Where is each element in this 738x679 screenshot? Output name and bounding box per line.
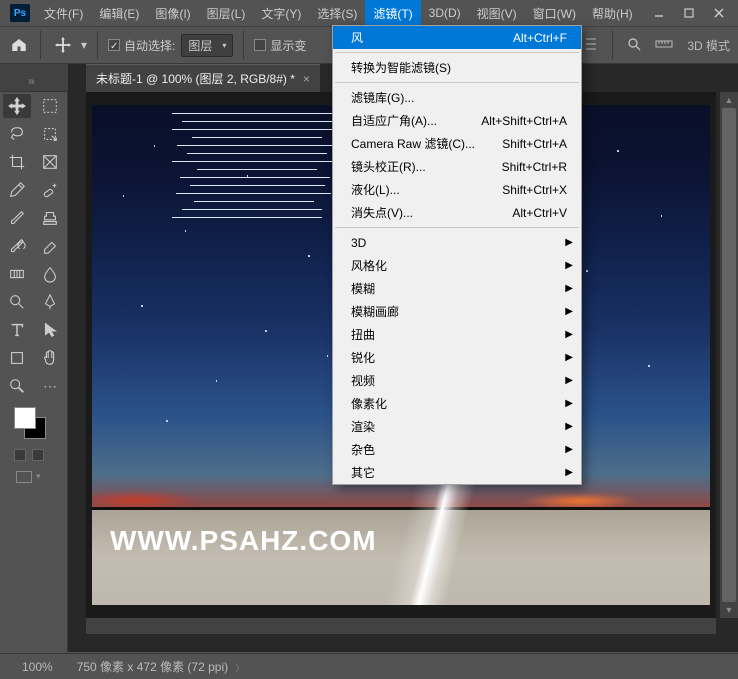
lasso-tool[interactable] [3, 122, 31, 146]
dodge-tool[interactable] [3, 290, 31, 314]
status-bar: 100% 750 像素 x 472 像素 (72 ppi) 〉 [0, 653, 738, 679]
menu-item-pixelate-submenu[interactable]: 像素化▶ [333, 392, 581, 415]
healing-brush-tool[interactable] [36, 178, 64, 202]
menu-file[interactable]: 文件(F) [36, 0, 91, 27]
menu-item-camera-raw-filter[interactable]: Camera Raw 滤镜(C)...Shift+Ctrl+A [333, 132, 581, 155]
shape-tool[interactable] [3, 346, 31, 370]
menu-item-3d-submenu[interactable]: 3D▶ [333, 231, 581, 254]
scroll-up-arrow-icon[interactable]: ▲ [720, 92, 738, 108]
menu-item-blur-submenu[interactable]: 模糊▶ [333, 277, 581, 300]
window-minimize-button[interactable] [644, 2, 674, 24]
show-transform-label: 显示变 [270, 37, 306, 54]
menu-item-convert-smart-filter[interactable]: 转换为智能滤镜(S) [333, 56, 581, 79]
type-tool[interactable] [3, 318, 31, 342]
distribute-icon[interactable] [584, 37, 598, 54]
home-icon[interactable] [8, 34, 30, 56]
ruler-icon[interactable] [655, 38, 673, 53]
window-maximize-button[interactable] [674, 2, 704, 24]
auto-select-target-select[interactable]: 图层▾ [181, 34, 233, 57]
menu-item-render-submenu[interactable]: 渲染▶ [333, 415, 581, 438]
screen-mode-toggle[interactable] [16, 471, 32, 483]
brush-tool[interactable] [3, 206, 31, 230]
auto-select-label: 自动选择: [124, 37, 175, 54]
show-transform-checkbox[interactable] [254, 39, 266, 51]
blur-tool[interactable] [36, 262, 64, 286]
menubar: 文件(F) 编辑(E) 图像(I) 图层(L) 文字(Y) 选择(S) 滤镜(T… [36, 0, 644, 27]
color-swatches[interactable] [14, 407, 50, 443]
search-icon[interactable] [627, 37, 641, 54]
menu-3d[interactable]: 3D(D) [421, 1, 469, 25]
menu-edit[interactable]: 编辑(E) [91, 0, 147, 27]
menu-image[interactable]: 图像(I) [147, 0, 198, 27]
ps-app-icon: Ps [10, 4, 30, 22]
window-controls [644, 2, 734, 24]
menu-item-vanishing-point[interactable]: 消失点(V)...Alt+Ctrl+V [333, 201, 581, 224]
tab-close-icon[interactable]: × [303, 72, 310, 86]
menu-window[interactable]: 窗口(W) [525, 0, 584, 27]
crop-tool[interactable] [3, 150, 31, 174]
menu-item-video-submenu[interactable]: 视频▶ [333, 369, 581, 392]
titlebar: Ps 文件(F) 编辑(E) 图像(I) 图层(L) 文字(Y) 选择(S) 滤… [0, 0, 738, 26]
scroll-down-arrow-icon[interactable]: ▼ [720, 602, 738, 618]
status-info-chevron-icon[interactable]: 〉 [235, 663, 244, 673]
clone-stamp-tool[interactable] [36, 206, 64, 230]
threeD-mode-label[interactable]: 3D 模式 [687, 37, 730, 54]
path-selection-tool[interactable] [36, 318, 64, 342]
hand-tool[interactable] [36, 346, 64, 370]
horizontal-scrollbar[interactable] [86, 618, 716, 634]
tools-panel: » ⋯ [0, 64, 68, 652]
vertical-scrollbar[interactable]: ▲ ▼ [720, 92, 738, 618]
document-tab[interactable]: 未标题-1 @ 100% (图层 2, RGB/8#) * × [86, 64, 320, 92]
quick-mask-icon[interactable] [14, 449, 26, 461]
status-dimensions: 750 像素 x 472 像素 (72 ppi) [77, 660, 228, 674]
menu-layer[interactable]: 图层(L) [199, 0, 254, 27]
menu-item-last-filter[interactable]: 风 Alt+Ctrl+F [333, 26, 581, 49]
auto-select-checkbox[interactable] [108, 39, 120, 51]
menu-item-stylize-submenu[interactable]: 风格化▶ [333, 254, 581, 277]
eyedropper-tool[interactable] [3, 178, 31, 202]
menu-item-adaptive-wide-angle[interactable]: 自适应广角(A)...Alt+Shift+Ctrl+A [333, 109, 581, 132]
window-close-button[interactable] [704, 2, 734, 24]
menu-view[interactable]: 视图(V) [469, 0, 525, 27]
filter-menu-dropdown: 风 Alt+Ctrl+F 转换为智能滤镜(S) 滤镜库(G)... 自适应广角(… [332, 25, 582, 485]
marquee-tool[interactable] [36, 94, 64, 118]
vertical-scroll-thumb[interactable] [722, 108, 736, 602]
status-zoom[interactable]: 100% [22, 660, 53, 674]
menu-filter[interactable]: 滤镜(T) [365, 0, 420, 27]
history-brush-tool[interactable] [3, 234, 31, 258]
canvas-watermark: WWW.PSAHZ.COM [110, 525, 377, 557]
zoom-tool[interactable] [3, 374, 31, 398]
edit-toolbar[interactable]: ⋯ [36, 374, 64, 398]
document-tab-title: 未标题-1 @ 100% (图层 2, RGB/8#) * [96, 70, 295, 87]
menu-help[interactable]: 帮助(H) [584, 0, 641, 27]
menu-item-lens-correction[interactable]: 镜头校正(R)...Shift+Ctrl+R [333, 155, 581, 178]
menu-select[interactable]: 选择(S) [309, 0, 365, 27]
menu-item-distort-submenu[interactable]: 扭曲▶ [333, 323, 581, 346]
gradient-tool[interactable] [3, 262, 31, 286]
quick-selection-tool[interactable] [36, 122, 64, 146]
menu-item-noise-submenu[interactable]: 杂色▶ [333, 438, 581, 461]
menu-type[interactable]: 文字(Y) [253, 0, 309, 27]
move-tool[interactable] [3, 94, 31, 118]
move-tool-icon[interactable] [51, 36, 75, 54]
screen-mode-arrow-icon[interactable]: ▾ [36, 471, 41, 483]
pen-tool[interactable] [36, 290, 64, 314]
menu-item-sharpen-submenu[interactable]: 锐化▶ [333, 346, 581, 369]
menu-item-blur-gallery-submenu[interactable]: 模糊画廊▶ [333, 300, 581, 323]
screen-mode-icon[interactable] [32, 449, 44, 461]
menu-item-liquify[interactable]: 液化(L)...Shift+Ctrl+X [333, 178, 581, 201]
frame-tool[interactable] [36, 150, 64, 174]
eraser-tool[interactable] [36, 234, 64, 258]
tools-panel-handle[interactable]: » [0, 64, 68, 92]
foreground-color-swatch[interactable] [14, 407, 36, 429]
menu-item-other-submenu[interactable]: 其它▶ [333, 461, 581, 484]
menu-item-filter-gallery[interactable]: 滤镜库(G)... [333, 86, 581, 109]
